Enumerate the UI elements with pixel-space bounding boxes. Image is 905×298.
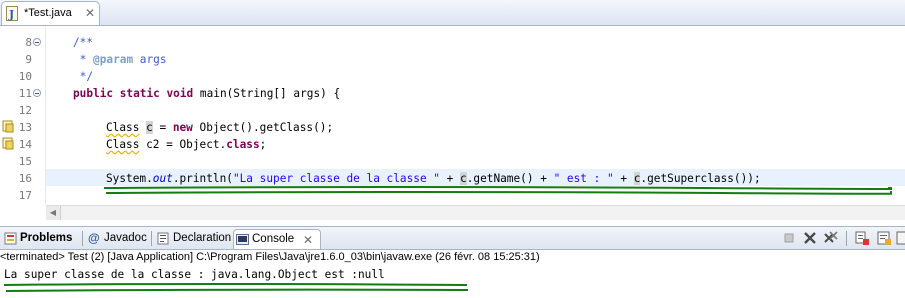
line-number: 10 bbox=[18, 70, 32, 83]
remove-all-terminated-icon[interactable] bbox=[823, 230, 839, 246]
scroll-left-arrow-icon[interactable]: ◀ bbox=[46, 206, 61, 220]
java-file-icon: J bbox=[6, 6, 18, 21]
toolbar-separator bbox=[846, 231, 847, 246]
hand-drawn-underline bbox=[3, 283, 469, 292]
line-number: 12 bbox=[18, 104, 32, 117]
code-line-11: public static void main(String[] args) { bbox=[73, 87, 341, 100]
line-number: 11 bbox=[18, 87, 32, 100]
editor-tab-bar: J *Test.java ✕ bbox=[0, 0, 905, 26]
tab-problems[interactable]: Problems bbox=[2, 229, 80, 249]
code-editor[interactable]: J *Test.java ✕ 8 9 10 11 12 13 14 15 16 … bbox=[0, 0, 905, 222]
word-wrap-icon[interactable] bbox=[876, 230, 892, 246]
line-number: 13 bbox=[18, 121, 32, 134]
line-number: 8 bbox=[25, 36, 32, 49]
code-line-9: * @param args bbox=[73, 53, 167, 66]
line-number: 14 bbox=[18, 138, 32, 151]
horizontal-scrollbar[interactable]: ◀ bbox=[46, 205, 905, 220]
line-number: 17 bbox=[18, 189, 32, 202]
terminate-icon[interactable] bbox=[781, 230, 797, 246]
close-icon[interactable]: ✕ bbox=[303, 234, 313, 246]
line-number: 9 bbox=[25, 53, 32, 66]
svg-text:J: J bbox=[8, 8, 14, 21]
problems-icon bbox=[4, 232, 17, 245]
code-line-14: Class c2 = Object.class; bbox=[106, 138, 267, 151]
remove-launch-icon[interactable] bbox=[802, 230, 818, 246]
hand-drawn-underline bbox=[103, 186, 892, 195]
bottom-view-tab-bar: Problems @ Javadoc Declaration Console ✕ bbox=[0, 226, 905, 250]
tab-javadoc[interactable]: @ Javadoc bbox=[86, 229, 148, 249]
declaration-icon bbox=[157, 232, 169, 245]
tab-console[interactable]: Console ✕ bbox=[233, 229, 321, 249]
tab-separator bbox=[151, 231, 152, 246]
console-process-description: <terminated> Test (2) [Java Application]… bbox=[0, 250, 905, 266]
code-line-10: */ bbox=[73, 70, 94, 83]
code-line-13: Class c = new Object().getClass(); bbox=[106, 121, 334, 134]
editor-tab-title: *Test.java bbox=[24, 7, 72, 19]
scroll-lock-icon[interactable] bbox=[854, 230, 870, 246]
editor-tab-test-java[interactable]: J *Test.java ✕ bbox=[1, 1, 100, 25]
fold-toggle-icon[interactable] bbox=[33, 89, 41, 97]
console-icon bbox=[236, 234, 249, 245]
at-sign-icon: @ bbox=[88, 231, 100, 245]
console-output-text[interactable]: La super classe de la classe : java.lang… bbox=[4, 267, 385, 282]
tab-separator bbox=[82, 231, 83, 246]
tab-declaration[interactable]: Declaration bbox=[155, 229, 232, 249]
fold-toggle-icon[interactable] bbox=[33, 38, 41, 46]
line-number: 15 bbox=[18, 155, 32, 168]
close-icon[interactable]: ✕ bbox=[85, 7, 95, 19]
pin-console-icon[interactable] bbox=[896, 230, 905, 246]
code-text-area[interactable]: /** * @param args */ public static void … bbox=[46, 26, 905, 205]
line-number-gutter: 8 9 10 11 12 13 14 15 16 17 bbox=[15, 26, 46, 205]
line-number: 16 bbox=[18, 172, 32, 185]
code-line-8: /** bbox=[73, 36, 94, 49]
